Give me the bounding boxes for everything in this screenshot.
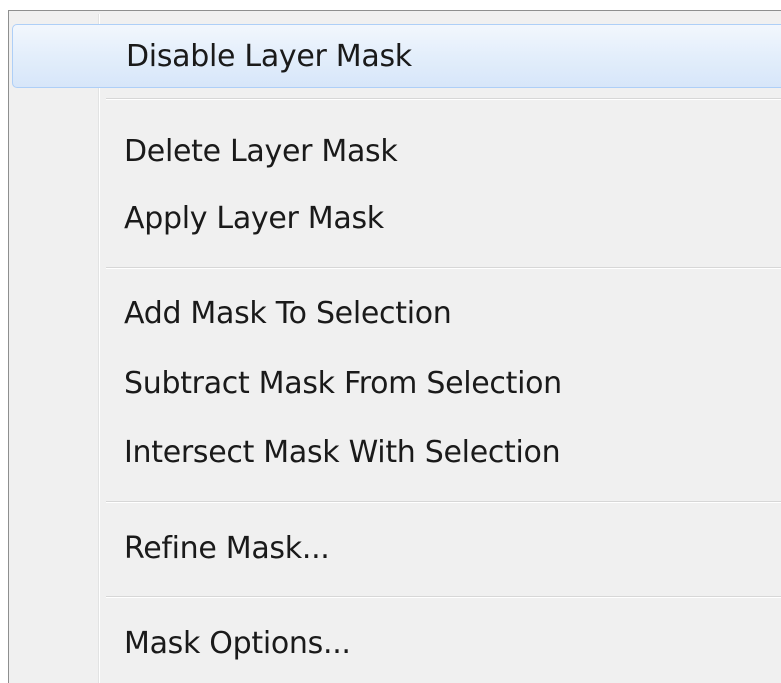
menu-separator [106, 596, 781, 598]
menu-separator [106, 98, 781, 100]
menu-item-label: Apply Layer Mask [124, 200, 384, 236]
menu-item-label: Add Mask To Selection [124, 295, 452, 331]
menu-item-intersect-mask-with-selection[interactable]: Intersect Mask With Selection [11, 420, 781, 484]
menu-separator [106, 267, 781, 269]
menu-item-label: Refine Mask... [124, 530, 330, 566]
menu-item-label: Mask Options... [124, 625, 351, 661]
menu-item-label: Disable Layer Mask [126, 38, 412, 74]
menu-item-subtract-mask-from-selection[interactable]: Subtract Mask From Selection [11, 351, 781, 415]
icon-gutter-divider [98, 14, 100, 683]
menu-item-apply-layer-mask[interactable]: Apply Layer Mask [11, 186, 781, 250]
menu-item-refine-mask[interactable]: Refine Mask... [11, 516, 781, 580]
menu-item-delete-layer-mask[interactable]: Delete Layer Mask [11, 119, 781, 183]
context-menu: Disable Layer Mask Delete Layer Mask App… [8, 10, 781, 683]
menu-item-mask-options[interactable]: Mask Options... [11, 611, 781, 675]
menu-item-label: Subtract Mask From Selection [124, 365, 562, 401]
menu-separator [106, 501, 781, 503]
menu-item-add-mask-to-selection[interactable]: Add Mask To Selection [11, 281, 781, 345]
menu-item-disable-layer-mask[interactable]: Disable Layer Mask [12, 24, 781, 88]
menu-item-label: Delete Layer Mask [124, 133, 398, 169]
menu-item-label: Intersect Mask With Selection [124, 434, 561, 470]
